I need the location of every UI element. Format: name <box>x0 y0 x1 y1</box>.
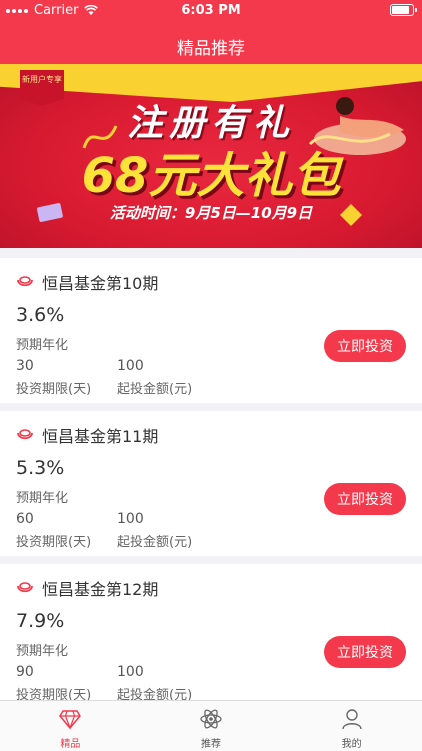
product-title-row: 恒昌基金第11期 <box>16 423 158 447</box>
expected-rate: 3.6% <box>16 304 65 326</box>
term-value: 90 <box>16 664 34 680</box>
atom-icon <box>200 709 222 729</box>
expected-rate: 7.9% <box>16 610 65 632</box>
term-value: 60 <box>16 511 34 527</box>
rate-label: 预期年化 <box>16 491 69 506</box>
product-card[interactable]: 恒昌基金第10期 3.6% 预期年化 30 投资期限(天) 100 起投金额(元… <box>0 258 422 403</box>
invest-now-button[interactable]: 立即投资 <box>324 636 406 668</box>
promo-banner[interactable]: 新用户专享 注册有礼 68元大礼包 活动时间：9月5日—10月9日 <box>0 64 422 248</box>
status-bar: Carrier 6:03 PM <box>0 0 422 22</box>
diamond-icon <box>59 710 82 730</box>
term-label: 投资期限(天) <box>16 382 92 397</box>
page-title: 精品推荐 <box>177 39 245 59</box>
tab-mine[interactable]: 我的 <box>281 701 422 751</box>
product-list: 恒昌基金第10期 3.6% 预期年化 30 投资期限(天) 100 起投金额(元… <box>0 258 422 717</box>
tab-label: 推荐 <box>201 739 221 750</box>
status-time: 6:03 PM <box>181 3 241 18</box>
min-amount-value: 100 <box>117 358 144 374</box>
ingot-icon <box>17 276 33 287</box>
min-amount-value: 100 <box>117 664 144 680</box>
battery-icon <box>390 4 417 16</box>
min-amount-label: 起投金额(元) <box>117 382 193 397</box>
product-name: 恒昌基金第10期 <box>42 274 159 293</box>
product-card[interactable]: 恒昌基金第12期 7.9% 预期年化 90 投资期限(天) 100 起投金额(元… <box>0 564 422 709</box>
expected-rate: 5.3% <box>16 457 65 479</box>
product-title-row: 恒昌基金第12期 <box>16 576 158 600</box>
product-card[interactable]: 恒昌基金第11期 5.3% 预期年化 60 投资期限(天) 100 起投金额(元… <box>0 411 422 556</box>
user-icon <box>341 709 362 730</box>
invest-now-button[interactable]: 立即投资 <box>324 483 406 515</box>
min-amount-value: 100 <box>117 511 144 527</box>
product-name: 恒昌基金第12期 <box>42 580 159 599</box>
header: Carrier 6:03 PM 精品推荐 <box>0 0 422 64</box>
tab-label: 我的 <box>341 739 362 750</box>
tab-featured[interactable]: 精品 <box>0 701 141 751</box>
product-title-row: 恒昌基金第10期 <box>16 270 158 294</box>
banner-offer: 68元大礼包 <box>81 148 341 204</box>
ingot-icon <box>17 582 33 593</box>
term-label: 投资期限(天) <box>16 535 92 550</box>
invest-now-button[interactable]: 立即投资 <box>324 330 406 362</box>
tab-bar: 精品 推荐 我的 <box>0 700 422 751</box>
rate-label: 预期年化 <box>16 338 69 353</box>
banner-dates: 活动时间：9月5日—10月9日 <box>109 204 313 222</box>
term-value: 30 <box>16 358 34 374</box>
tab-label: 精品 <box>60 739 81 750</box>
rate-label: 预期年化 <box>16 644 69 659</box>
product-name: 恒昌基金第11期 <box>42 427 159 446</box>
tab-recommend[interactable]: 推荐 <box>141 701 282 751</box>
ingot-icon <box>17 429 33 440</box>
min-amount-label: 起投金额(元) <box>117 535 193 550</box>
